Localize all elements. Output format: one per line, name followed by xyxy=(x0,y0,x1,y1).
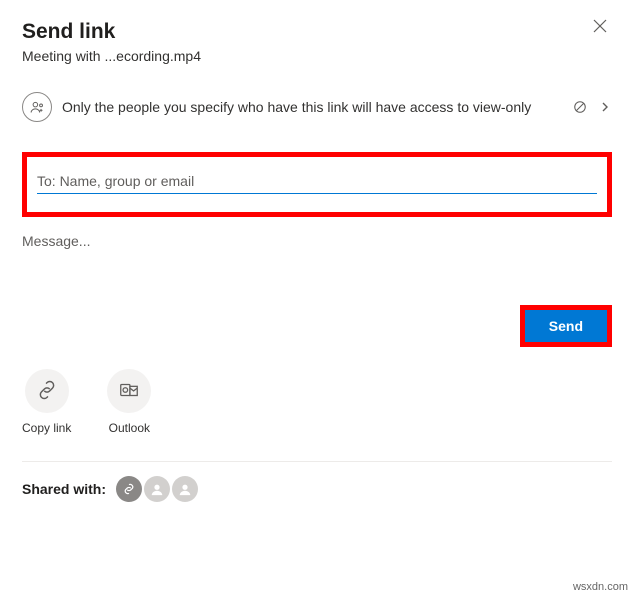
shared-avatars[interactable] xyxy=(116,476,198,502)
view-only-icon xyxy=(572,99,588,115)
people-icon xyxy=(22,92,52,122)
divider xyxy=(22,461,612,462)
copy-link-label: Copy link xyxy=(22,421,71,435)
dialog-header: Send link Meeting with ...ecording.mp4 xyxy=(22,20,612,64)
shared-person-avatar[interactable] xyxy=(144,476,170,502)
send-button[interactable]: Send xyxy=(525,310,607,342)
watermark: wsxdn.com xyxy=(573,581,628,593)
outlook-icon xyxy=(118,379,140,404)
send-button-highlight: Send xyxy=(520,305,612,347)
outlook-label: Outlook xyxy=(109,421,150,435)
outlook-action[interactable]: Outlook xyxy=(107,369,151,435)
copy-link-action[interactable]: Copy link xyxy=(22,369,71,435)
link-icon xyxy=(36,379,58,404)
shared-link-avatar[interactable] xyxy=(116,476,142,502)
link-scope-selector[interactable]: Only the people you specify who have thi… xyxy=(22,92,612,122)
message-input[interactable] xyxy=(22,225,612,257)
dialog-title: Send link xyxy=(22,20,612,44)
link-scope-text: Only the people you specify who have thi… xyxy=(62,99,562,115)
shared-with-row: Shared with: xyxy=(22,476,612,518)
close-button[interactable] xyxy=(586,14,614,42)
to-field-highlight xyxy=(22,152,612,217)
to-input[interactable] xyxy=(37,171,597,194)
shared-with-label: Shared with: xyxy=(22,481,106,497)
close-icon xyxy=(593,19,607,38)
shared-person-avatar[interactable] xyxy=(172,476,198,502)
file-name: Meeting with ...ecording.mp4 xyxy=(22,48,612,64)
chevron-right-icon xyxy=(598,100,612,114)
